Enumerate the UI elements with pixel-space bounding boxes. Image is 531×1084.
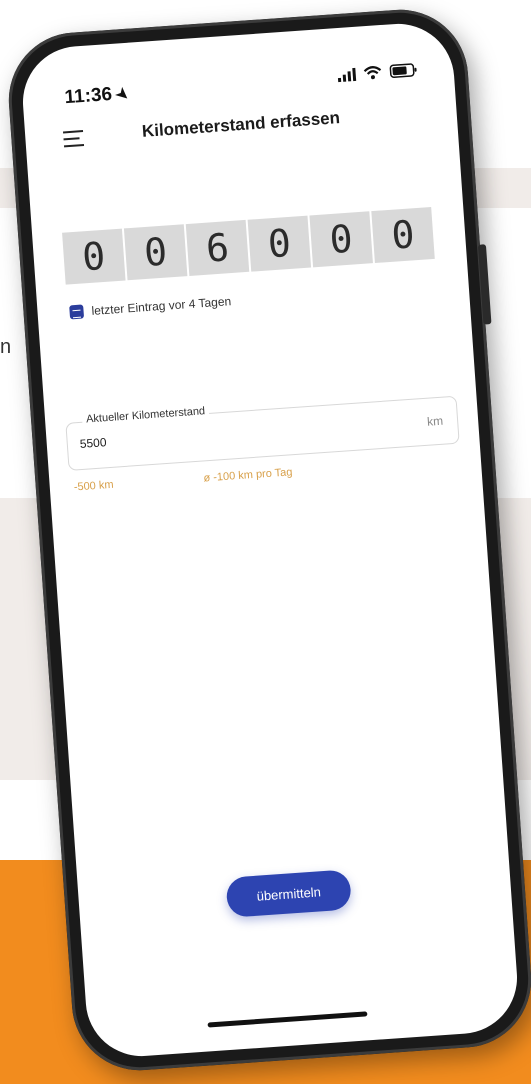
location-arrow-icon: ➤ bbox=[111, 84, 133, 106]
phone-wrapper: 11:36➤ Kilometerstand erfassen 0 0 6 0 0… bbox=[0, 0, 531, 1084]
status-time-text: 11:36 bbox=[63, 83, 113, 109]
calendar-icon bbox=[69, 304, 85, 320]
last-entry-text: letzter Eintrag vor 4 Tagen bbox=[91, 294, 232, 318]
battery-icon bbox=[389, 63, 418, 79]
odometer-digit: 0 bbox=[123, 224, 188, 281]
status-bar-time: 11:36➤ bbox=[63, 83, 133, 109]
odometer-digit: 0 bbox=[247, 215, 312, 272]
status-bar-icons bbox=[337, 63, 418, 83]
last-entry-info: letzter Eintrag vor 4 Tagen bbox=[69, 294, 232, 320]
current-mileage-field[interactable]: Aktueller Kilometerstand 5500 km bbox=[65, 395, 460, 471]
current-mileage-input[interactable]: 5500 bbox=[79, 435, 107, 451]
odometer-digit: 0 bbox=[309, 211, 373, 268]
home-indicator[interactable] bbox=[207, 1011, 368, 1028]
mileage-average-per-day: ø -100 km pro Tag bbox=[203, 466, 293, 485]
phone-device: 11:36➤ Kilometerstand erfassen 0 0 6 0 0… bbox=[4, 5, 531, 1075]
submit-button[interactable]: übermitteln bbox=[225, 869, 352, 918]
odometer-digit: 0 bbox=[371, 206, 435, 264]
odometer-display: 0 0 6 0 0 0 bbox=[62, 206, 435, 285]
odometer-digit: 0 bbox=[62, 228, 126, 285]
mileage-unit: km bbox=[426, 413, 444, 429]
wifi-icon bbox=[363, 65, 382, 80]
odometer-digit: 6 bbox=[185, 219, 250, 276]
mileage-difference-km: -500 km bbox=[73, 478, 114, 494]
signal-icon bbox=[337, 67, 357, 83]
app-screen: 11:36➤ Kilometerstand erfassen 0 0 6 0 0… bbox=[19, 20, 521, 1060]
current-mileage-label: Aktueller Kilometerstand bbox=[81, 404, 210, 426]
